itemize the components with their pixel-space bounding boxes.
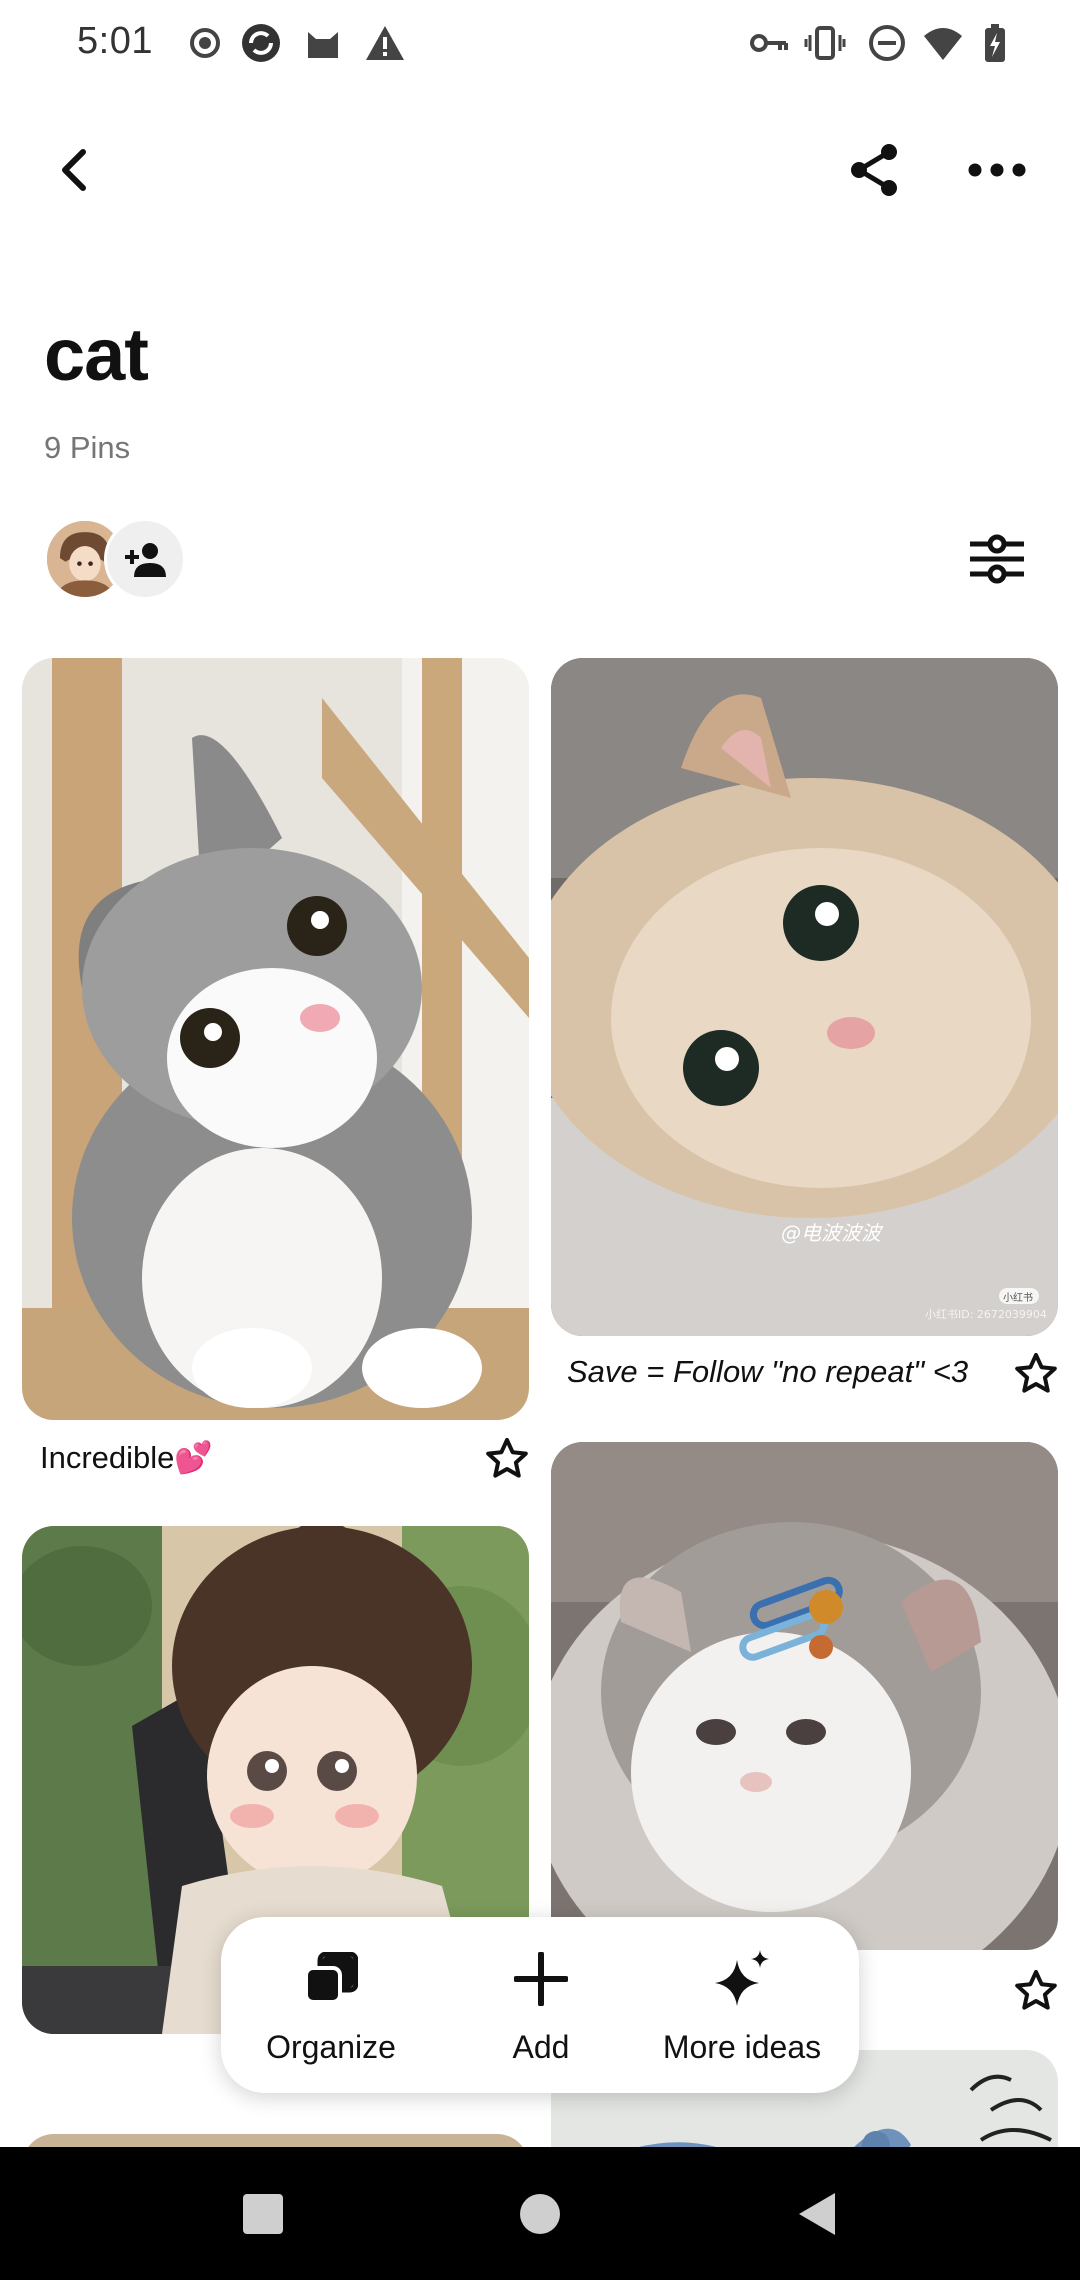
more-options-button[interactable]	[952, 125, 1042, 215]
vibrate-icon	[804, 22, 846, 64]
chevron-left-icon	[62, 149, 86, 191]
watermark-text: @电波波波	[781, 1221, 884, 1245]
organize-label: Organize	[266, 2029, 396, 2065]
pin-card-2[interactable]: @电波波波 小红书 小红书ID: 2672039904	[551, 658, 1058, 1336]
plus-icon	[511, 1949, 571, 2009]
do-not-disturb-icon	[866, 22, 908, 64]
board-action-bar: Organize Add More ideas	[221, 1917, 859, 2093]
share-button[interactable]	[830, 125, 920, 215]
organize-button[interactable]: Organize	[251, 1917, 411, 2093]
pin-caption-1: Incredible💕	[40, 1440, 214, 1475]
pin-image	[22, 658, 529, 1420]
back-button[interactable]	[30, 125, 120, 215]
star-button-1[interactable]	[482, 1434, 532, 1484]
add-collaborator-button[interactable]	[104, 518, 186, 600]
circle-icon	[520, 2194, 560, 2234]
star-outline-icon	[1015, 1353, 1057, 1393]
star-button-4[interactable]	[1011, 1966, 1061, 2016]
more-horizontal-icon	[968, 163, 1026, 177]
board-title: cat	[44, 313, 149, 396]
sparkle-icon	[712, 1949, 772, 2009]
star-button-2[interactable]	[1011, 1349, 1061, 1399]
add-label: Add	[512, 2029, 570, 2065]
cat-app-icon	[302, 22, 344, 64]
screen: 5:01 cat 9 Pins Incredible💕 @电波波波 小红书 小红…	[0, 0, 1080, 2280]
pin-caption-2: Save = Follow "no repeat" <3	[567, 1354, 969, 1389]
add-person-icon	[125, 543, 166, 577]
home-button[interactable]	[495, 2169, 585, 2259]
pin-card-4[interactable]	[551, 1442, 1058, 1950]
system-back-button[interactable]	[772, 2169, 862, 2259]
sliders-icon	[970, 534, 1024, 584]
record-icon	[184, 22, 226, 64]
organize-icon	[301, 1949, 361, 2009]
pin-card-1[interactable]	[22, 658, 529, 1420]
watermark-small: 小红书ID: 2672039904	[925, 1308, 1047, 1321]
pin-image	[551, 1442, 1058, 1950]
filter-button[interactable]	[958, 520, 1036, 598]
battery-charging-icon	[974, 22, 1016, 64]
square-icon	[243, 2194, 283, 2234]
pin-count: 9 Pins	[44, 430, 131, 465]
recents-button[interactable]	[218, 2169, 308, 2259]
sync-app-icon	[240, 22, 282, 64]
system-nav-bar	[0, 2147, 1080, 2280]
warning-icon	[364, 22, 406, 64]
share-icon	[851, 144, 897, 196]
add-button[interactable]: Add	[471, 1917, 611, 2093]
status-bar: 5:01	[0, 0, 1080, 88]
watermark-badge: 小红书	[1003, 1291, 1033, 1304]
triangle-back-icon	[799, 2193, 835, 2235]
more-ideas-button[interactable]: More ideas	[647, 1917, 837, 2093]
more-ideas-label: More ideas	[662, 2029, 822, 2065]
star-outline-icon	[1015, 1970, 1057, 2010]
star-outline-icon	[486, 1438, 528, 1478]
wifi-icon	[922, 22, 964, 64]
pin-image: @电波波波 小红书 小红书ID: 2672039904	[551, 658, 1058, 1336]
status-time: 5:01	[77, 20, 153, 62]
vpn-key-icon	[748, 22, 790, 64]
